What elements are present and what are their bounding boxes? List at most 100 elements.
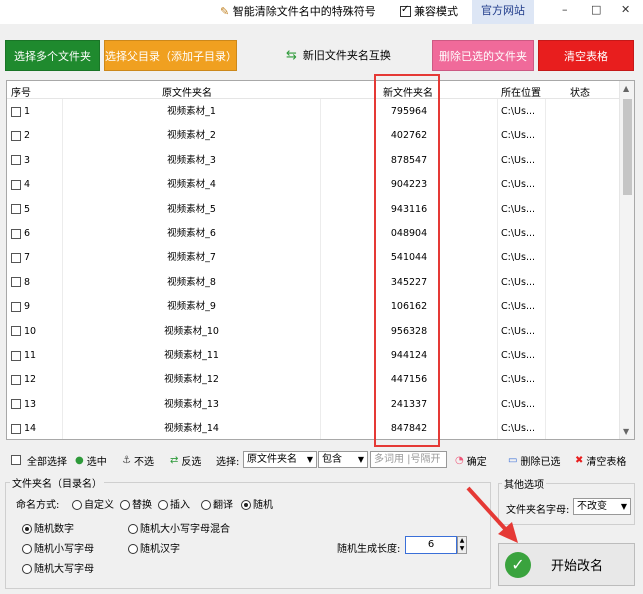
select-button[interactable]: ● 选中	[75, 453, 107, 468]
checkbox-icon[interactable]	[11, 179, 21, 190]
scroll-down-icon[interactable]: ▼	[623, 427, 629, 436]
case-dropdown[interactable]: 不改变 ▼	[573, 498, 631, 515]
row-index-cell[interactable]: 12	[11, 368, 36, 392]
checkbox-icon[interactable]	[11, 350, 21, 361]
delete-selected-folders-button[interactable]: 删除已选的文件夹	[432, 40, 534, 71]
row-index-cell[interactable]: 8	[11, 271, 30, 295]
checkbox-icon[interactable]	[11, 106, 21, 117]
close-button[interactable]: ✕	[621, 3, 630, 16]
header-status[interactable]: 状态	[570, 84, 590, 99]
table-row[interactable]: 8 视频素材_8 345227 C:\Us...	[7, 271, 619, 295]
header-location[interactable]: 所在位置	[501, 84, 541, 99]
table-row[interactable]: 14 视频素材_14 847842 C:\Us...	[7, 417, 619, 439]
checkbox-icon[interactable]	[11, 228, 21, 239]
checkbox-icon[interactable]	[11, 374, 21, 385]
clear-table-label: 清空表格	[586, 456, 627, 468]
checkbox-icon[interactable]	[11, 326, 21, 337]
folder-table[interactable]: 序号 原文件夹名 新文件夹名 所在位置 状态 1 视频素材_1 795964 C:\U…	[6, 80, 635, 440]
header-index[interactable]: 序号	[11, 84, 31, 99]
random-mixed-case-radio[interactable]: 随机大小写字母混合	[128, 520, 230, 535]
row-index-cell[interactable]: 11	[11, 344, 36, 368]
row-index: 11	[24, 350, 37, 361]
scroll-thumb[interactable]	[623, 99, 632, 195]
table-scrollbar[interactable]: ▲ ▼	[619, 81, 634, 439]
confirm-button[interactable]: ◔ 确定	[455, 453, 487, 468]
invert-selection-button[interactable]: ⇄ 反选	[170, 453, 201, 468]
row-index-cell[interactable]: 6	[11, 222, 30, 246]
row-index: 2	[24, 130, 31, 142]
anchor-icon: ⚓	[122, 454, 131, 466]
official-site-link[interactable]: 官方网站	[472, 0, 534, 24]
keyword-input[interactable]: 多词用 |号隔开	[370, 451, 447, 468]
deselect-button[interactable]: ⚓ 不选	[122, 453, 154, 468]
checkbox-icon[interactable]	[11, 399, 21, 410]
row-index-cell[interactable]: 4	[11, 173, 30, 197]
table-row[interactable]: 13 视频素材_13 241337 C:\Us...	[7, 393, 619, 417]
match-dropdown[interactable]: 包含 ▼	[318, 451, 368, 468]
option-label: 随机大小写字母混合	[140, 524, 230, 535]
checkbox-icon[interactable]	[11, 130, 21, 141]
row-index: 12	[24, 374, 37, 386]
checkbox-icon[interactable]	[11, 252, 21, 263]
row-index-cell[interactable]: 1	[11, 100, 30, 124]
tool-link[interactable]: ✎ 智能清除文件名中的特殊符号	[220, 3, 376, 19]
checkmark-icon: ✓	[505, 551, 531, 578]
table-row[interactable]: 6 视频素材_6 048904 C:\Us...	[7, 222, 619, 246]
random-lowercase-radio[interactable]: 随机小写字母	[22, 540, 94, 555]
checkbox-icon[interactable]	[11, 204, 21, 215]
row-index-cell[interactable]: 5	[11, 198, 30, 222]
location-cell: C:\Us...	[501, 252, 535, 264]
table-row[interactable]: 2 视频素材_2 402762 C:\Us...	[7, 124, 619, 148]
compat-mode-checkbox[interactable]: 兼容模式	[400, 3, 458, 19]
table-row[interactable]: 5 视频素材_5 943116 C:\Us...	[7, 198, 619, 222]
row-index-cell[interactable]: 14	[11, 417, 36, 439]
mode-replace-radio[interactable]: 替换	[120, 496, 152, 511]
row-index-cell[interactable]: 13	[11, 393, 36, 417]
swap-names-button[interactable]: ⇆ 新旧文件夹名互换	[286, 47, 391, 63]
mode-insert-radio[interactable]: 插入	[158, 496, 190, 511]
table-row[interactable]: 9 视频素材_9 106162 C:\Us...	[7, 295, 619, 319]
checkbox-icon[interactable]	[11, 423, 21, 434]
table-row[interactable]: 4 视频素材_4 904223 C:\Us...	[7, 173, 619, 197]
brush-icon: ✎	[220, 5, 230, 18]
clear-table-small-button[interactable]: ✖ 清空表格	[575, 453, 627, 468]
mode-label: 翻译	[213, 500, 233, 511]
row-index-cell[interactable]: 10	[11, 320, 36, 344]
row-index-cell[interactable]: 2	[11, 124, 30, 148]
mode-random-radio[interactable]: 随机	[241, 496, 273, 511]
maximize-button[interactable]: □	[591, 3, 601, 16]
checkbox-icon[interactable]	[11, 155, 21, 166]
checkbox-icon[interactable]	[11, 277, 21, 288]
clear-table-button[interactable]: 清空表格	[538, 40, 634, 71]
random-uppercase-radio[interactable]: 随机大写字母	[22, 560, 94, 575]
random-digits-radio[interactable]: 随机数字	[22, 520, 74, 535]
select-multiple-folders-button[interactable]: 选择多个文件夹	[5, 40, 100, 71]
row-index-cell[interactable]: 3	[11, 149, 30, 173]
mode-custom-radio[interactable]: 自定义	[72, 496, 114, 511]
row-index-cell[interactable]: 9	[11, 295, 30, 319]
table-row[interactable]: 10 视频素材_10 956328 C:\Us...	[7, 320, 619, 344]
location-cell: C:\Us...	[501, 154, 535, 166]
scroll-up-icon[interactable]: ▲	[623, 84, 629, 93]
radio-icon	[22, 564, 32, 574]
table-row[interactable]: 12 视频素材_12 447156 C:\Us...	[7, 368, 619, 392]
random-chinese-radio[interactable]: 随机汉字	[128, 540, 180, 555]
row-index-cell[interactable]: 7	[11, 246, 30, 270]
field-dropdown[interactable]: 原文件夹名 ▼	[243, 451, 317, 468]
original-name-cell: 视频素材_3	[167, 154, 216, 166]
select-parent-dir-button[interactable]: 选择父目录（添加子目录）	[104, 40, 237, 71]
checkbox-icon[interactable]	[11, 301, 21, 312]
case-dropdown-value: 不改变	[577, 501, 607, 512]
delete-selected-button[interactable]: ▭ 删除已选	[508, 453, 560, 468]
field-dropdown-value: 原文件夹名	[247, 454, 297, 465]
table-row[interactable]: 11 视频素材_11 944124 C:\Us...	[7, 344, 619, 368]
mode-translate-radio[interactable]: 翻译	[201, 496, 233, 511]
table-row[interactable]: 7 视频素材_7 541044 C:\Us...	[7, 246, 619, 270]
select-all-checkbox[interactable]: 全部选择	[11, 453, 67, 468]
minimize-button[interactable]: –	[562, 3, 568, 16]
annotation-arrow	[466, 486, 518, 543]
table-row[interactable]: 3 视频素材_3 878547 C:\Us...	[7, 149, 619, 173]
table-row[interactable]: 1 视频素材_1 795964 C:\Us...	[7, 100, 619, 124]
length-input[interactable]: 6	[405, 536, 457, 554]
header-original-name[interactable]: 原文件夹名	[162, 84, 212, 99]
